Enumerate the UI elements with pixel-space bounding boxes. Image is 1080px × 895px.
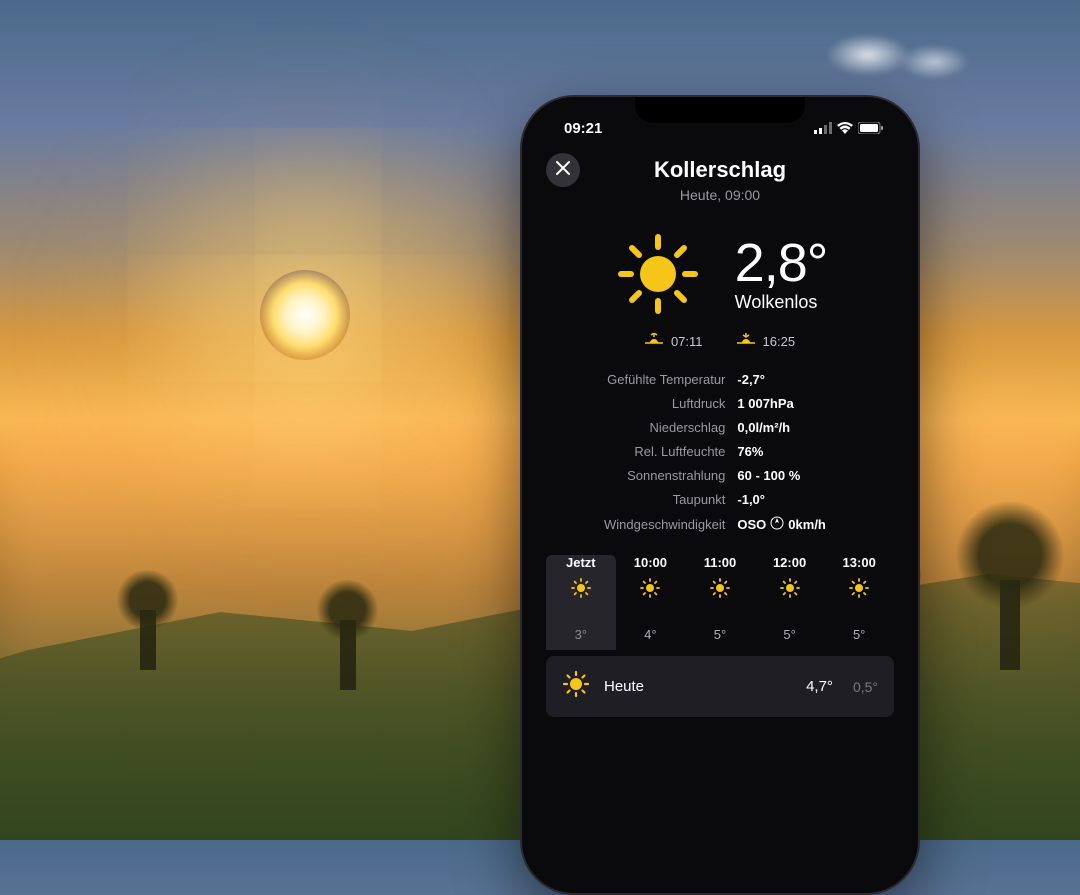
hour-12[interactable]: 12:00 5° bbox=[755, 555, 825, 650]
landscape-sun bbox=[260, 270, 350, 360]
hour-temp: 4° bbox=[616, 627, 686, 642]
detail-label: Taupunkt bbox=[546, 492, 737, 507]
datetime-subtitle: Heute, 09:00 bbox=[654, 187, 786, 203]
hour-11[interactable]: 11:00 5° bbox=[685, 555, 755, 650]
sunrise-time: 07:11 bbox=[671, 334, 703, 349]
hour-time: 11:00 bbox=[685, 555, 755, 570]
sun-icon bbox=[562, 670, 590, 703]
sunrise: 07:11 bbox=[645, 333, 703, 350]
detail-value: 1 007hPa bbox=[737, 396, 894, 411]
detail-humidity: Rel. Luftfeuchte 76% bbox=[546, 444, 894, 459]
detail-value: 76% bbox=[737, 444, 894, 459]
sun-times: 07:11 16:25 bbox=[546, 333, 894, 350]
sunrise-icon bbox=[645, 333, 663, 350]
sun-icon bbox=[824, 578, 894, 603]
detail-pressure: Luftdruck 1 007hPa bbox=[546, 396, 894, 411]
detail-value: 60 - 100 % bbox=[737, 468, 894, 483]
sunset-time: 16:25 bbox=[763, 334, 796, 349]
day-low: 0,5° bbox=[853, 679, 878, 695]
weather-details: Gefühlte Temperatur -2,7° Luftdruck 1 00… bbox=[546, 372, 894, 533]
header: Kollerschlag Heute, 09:00 bbox=[546, 153, 894, 203]
hour-temp: 5° bbox=[685, 627, 755, 642]
sunset-icon bbox=[737, 333, 755, 350]
detail-dewpoint: Taupunkt -1,0° bbox=[546, 492, 894, 507]
phone-notch bbox=[635, 97, 805, 123]
sun-icon bbox=[755, 578, 825, 603]
sun-icon bbox=[616, 578, 686, 603]
detail-value: 0,0l/m²/h bbox=[737, 420, 894, 435]
detail-label: Gefühlte Temperatur bbox=[546, 372, 737, 387]
detail-label: Sonnenstrahlung bbox=[546, 468, 737, 483]
phone-screen: 09:21 Kollerschlag Heu bbox=[522, 97, 918, 893]
day-label: Heute bbox=[604, 678, 792, 695]
hour-10[interactable]: 10:00 4° bbox=[616, 555, 686, 650]
hour-13[interactable]: 13:00 5° bbox=[824, 555, 894, 650]
status-icons bbox=[814, 122, 884, 134]
hero-text: 2,8° Wolkenlos bbox=[735, 236, 828, 313]
current-condition: Wolkenlos bbox=[735, 292, 828, 313]
compass-icon bbox=[770, 516, 784, 533]
hour-temp: 3° bbox=[546, 627, 616, 642]
detail-value: -2,7° bbox=[737, 372, 894, 387]
status-time: 09:21 bbox=[564, 120, 602, 137]
sun-icon bbox=[685, 578, 755, 603]
hour-time: 13:00 bbox=[824, 555, 894, 570]
close-icon bbox=[556, 161, 570, 180]
hour-temp: 5° bbox=[824, 627, 894, 642]
clouds bbox=[780, 20, 1000, 90]
current-weather-hero: 2,8° Wolkenlos bbox=[546, 229, 894, 319]
close-button[interactable] bbox=[546, 153, 580, 187]
hour-time: 10:00 bbox=[616, 555, 686, 570]
hour-now[interactable]: Jetzt 3° bbox=[546, 555, 616, 650]
tree bbox=[140, 610, 156, 670]
detail-value: -1,0° bbox=[737, 492, 894, 507]
wind-direction: OSO bbox=[737, 517, 766, 532]
detail-precipitation: Niederschlag 0,0l/m²/h bbox=[546, 420, 894, 435]
daily-forecast-today[interactable]: Heute 4,7° 0,5° bbox=[546, 656, 894, 717]
sunset: 16:25 bbox=[737, 333, 796, 350]
tree bbox=[340, 620, 356, 690]
hour-time: 12:00 bbox=[755, 555, 825, 570]
current-temperature: 2,8° bbox=[735, 236, 828, 290]
phone-frame: 09:21 Kollerschlag Heu bbox=[520, 95, 920, 895]
detail-label: Niederschlag bbox=[546, 420, 737, 435]
hour-time: Jetzt bbox=[546, 555, 616, 570]
hour-temp: 5° bbox=[755, 627, 825, 642]
wifi-icon bbox=[837, 122, 853, 134]
sun-icon bbox=[613, 229, 703, 319]
detail-wind: Windgeschwindigkeit OSO 0km/h bbox=[546, 516, 894, 533]
battery-icon bbox=[858, 122, 884, 134]
wind-speed: 0km/h bbox=[788, 517, 826, 532]
detail-label: Windgeschwindigkeit bbox=[546, 517, 737, 532]
title-block: Kollerschlag Heute, 09:00 bbox=[654, 157, 786, 203]
hourly-forecast[interactable]: Jetzt 3° 10:00 4° 11:00 5° 12:00 5° 13:0… bbox=[546, 555, 894, 650]
cellular-signal-icon bbox=[814, 122, 832, 134]
detail-feels-like: Gefühlte Temperatur -2,7° bbox=[546, 372, 894, 387]
detail-radiation: Sonnenstrahlung 60 - 100 % bbox=[546, 468, 894, 483]
tree bbox=[1000, 580, 1020, 670]
detail-label: Rel. Luftfeuchte bbox=[546, 444, 737, 459]
sun-icon bbox=[546, 578, 616, 603]
day-high: 4,7° bbox=[806, 678, 833, 695]
detail-value: OSO 0km/h bbox=[737, 516, 894, 533]
detail-label: Luftdruck bbox=[546, 396, 737, 411]
location-title: Kollerschlag bbox=[654, 157, 786, 183]
